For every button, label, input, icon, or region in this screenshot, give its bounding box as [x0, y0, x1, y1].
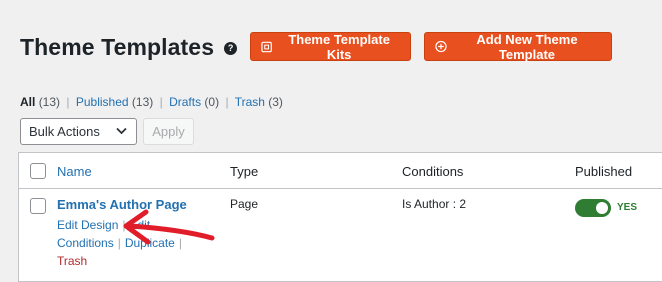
question-circle-icon[interactable]: ?	[224, 41, 238, 55]
filter-separator: |	[66, 95, 70, 109]
filter-trash[interactable]: Trash	[235, 95, 265, 109]
edit-design-link[interactable]: Edit Design	[57, 218, 118, 232]
row-checkbox[interactable]	[30, 198, 46, 214]
column-published: Published	[575, 164, 633, 179]
column-type: Type	[230, 164, 259, 179]
published-toggle[interactable]	[575, 199, 611, 217]
apply-button[interactable]: Apply	[143, 118, 194, 145]
filter-published[interactable]: Published	[76, 95, 129, 109]
add-new-theme-template-button[interactable]: Add New Theme Template	[424, 31, 612, 62]
add-new-theme-template-label: Add New Theme Template	[476, 31, 578, 62]
filter-trash-count: (3)	[268, 95, 283, 109]
chevron-down-icon	[116, 127, 127, 135]
templates-table: Name Type Conditions Published Emma's Au…	[18, 152, 662, 282]
toggle-knob	[596, 202, 608, 214]
page-header: Theme Templates ?	[20, 30, 238, 64]
trash-link[interactable]: Trash	[57, 254, 87, 268]
edit-link[interactable]: Edit	[130, 218, 151, 232]
filter-all[interactable]: All	[20, 95, 35, 109]
filter-all-count: (13)	[38, 95, 61, 109]
duplicate-link[interactable]: Duplicate	[125, 236, 175, 250]
theme-template-kits-button[interactable]: Theme Template Kits	[250, 31, 411, 62]
row-actions: Edit Design | Edit Conditions | Duplicate | T…	[57, 216, 197, 270]
action-separator: |	[117, 236, 121, 250]
filter-separator: |	[225, 95, 229, 109]
row-title-link[interactable]: Emma's Author Page	[57, 197, 187, 212]
action-separator: |	[122, 218, 126, 232]
column-conditions: Conditions	[402, 164, 464, 179]
action-separator: |	[178, 236, 182, 250]
status-filters: All (13) | Published (13) | Drafts (0) |…	[20, 95, 283, 109]
column-name[interactable]: Name	[57, 164, 92, 179]
filter-published-count: (13)	[131, 95, 154, 109]
template-kit-icon	[261, 41, 272, 52]
row-type: Page	[230, 197, 259, 211]
filter-drafts-count: (0)	[204, 95, 220, 109]
filter-drafts[interactable]: Drafts	[169, 95, 201, 109]
row-conditions: Is Author : 2	[402, 197, 467, 211]
plus-circle-icon	[435, 40, 447, 53]
filter-separator: |	[159, 95, 163, 109]
page-title: Theme Templates	[20, 33, 215, 60]
theme-template-kits-label: Theme Template Kits	[288, 31, 390, 62]
bulk-actions-select[interactable]: Bulk Actions	[20, 118, 137, 145]
conditions-link[interactable]: Conditions	[57, 236, 114, 250]
table-header: Name Type Conditions Published	[19, 153, 662, 189]
select-all-checkbox[interactable]	[30, 163, 46, 179]
bulk-actions-value: Bulk Actions	[29, 124, 100, 139]
published-status: YES	[617, 202, 638, 213]
